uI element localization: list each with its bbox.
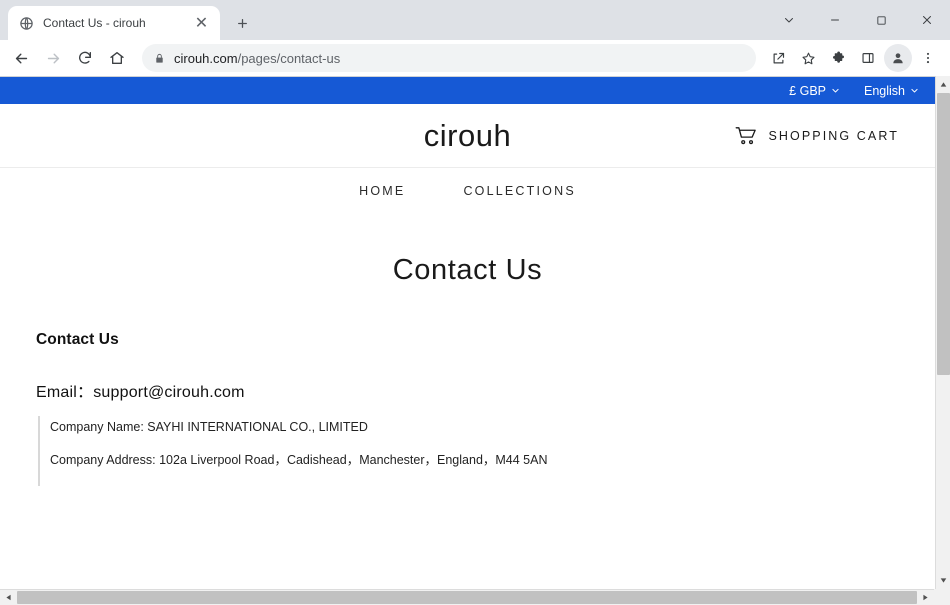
currency-label: £ GBP: [789, 83, 826, 98]
close-window-button[interactable]: [904, 0, 950, 40]
tab-strip: Contact Us - cirouh ✕: [0, 0, 950, 40]
scroll-right-icon[interactable]: [917, 590, 934, 605]
url-path: /pages/contact-us: [237, 50, 341, 66]
nav-item-home[interactable]: HOME: [359, 184, 405, 198]
scroll-up-icon[interactable]: [936, 76, 950, 93]
star-icon[interactable]: [794, 44, 822, 72]
currency-selector[interactable]: £ GBP: [789, 84, 840, 98]
tab-title: Contact Us - cirouh: [43, 16, 146, 30]
address-bar[interactable]: cirouh.com/pages/contact-us: [142, 44, 756, 72]
vertical-scrollbar[interactable]: [935, 76, 950, 605]
chevron-down-icon: [831, 84, 840, 98]
store-nav: HOME COLLECTIONS: [0, 168, 935, 214]
window-controls: [766, 0, 950, 40]
scroll-left-icon[interactable]: [0, 590, 17, 605]
browser-window: Contact Us - cirouh ✕ cirouh.com/pages/c…: [0, 0, 950, 605]
cart-label: SHOPPING CART: [768, 128, 899, 143]
company-details-blockquote: Company Name: SAYHI INTERNATIONAL CO., L…: [38, 416, 899, 487]
scroll-down-icon[interactable]: [936, 572, 950, 589]
scrollbar-corner: [934, 589, 950, 605]
reload-button[interactable]: [70, 43, 100, 73]
back-button[interactable]: [6, 43, 36, 73]
company-name-line: Company Name: SAYHI INTERNATIONAL CO., L…: [50, 420, 368, 434]
company-address-line: Company Address: 102a Liverpool Road，Cad…: [50, 452, 548, 467]
close-icon[interactable]: ✕: [193, 15, 210, 32]
side-panel-icon[interactable]: [854, 44, 882, 72]
browser-toolbar: cirouh.com/pages/contact-us: [0, 40, 950, 76]
minimize-button[interactable]: [812, 0, 858, 40]
horizontal-scrollbar[interactable]: [0, 589, 950, 605]
language-selector[interactable]: English: [864, 84, 919, 98]
shopping-cart-link[interactable]: SHOPPING CART: [735, 126, 899, 146]
maximize-button[interactable]: [858, 0, 904, 40]
page-viewport: £ GBP English cirouh SHOPPING CART HOME …: [0, 76, 950, 605]
share-icon[interactable]: [764, 44, 792, 72]
horizontal-scrollbar-thumb[interactable]: [17, 591, 917, 604]
store-header: cirouh SHOPPING CART: [0, 104, 935, 168]
lock-icon: [154, 53, 165, 64]
locale-bar: £ GBP English: [0, 77, 935, 104]
tab-search-button[interactable]: [766, 0, 812, 40]
home-button[interactable]: [102, 43, 132, 73]
language-label: English: [864, 83, 905, 98]
vertical-scrollbar-thumb[interactable]: [937, 93, 950, 375]
forward-button[interactable]: [38, 43, 68, 73]
globe-icon: [18, 15, 34, 31]
new-tab-button[interactable]: [228, 9, 256, 37]
browser-tab[interactable]: Contact Us - cirouh ✕: [8, 6, 220, 40]
web-page: £ GBP English cirouh SHOPPING CART HOME …: [0, 77, 935, 589]
nav-item-collections[interactable]: COLLECTIONS: [463, 184, 575, 198]
puzzle-icon[interactable]: [824, 44, 852, 72]
page-title: Contact Us: [392, 254, 543, 286]
avatar-icon[interactable]: [884, 44, 912, 72]
shopping-cart-icon: [735, 126, 758, 146]
browser-menu-icon[interactable]: [914, 44, 942, 72]
url-text: cirouh.com/pages/contact-us: [174, 51, 340, 66]
email-line: Email：support@cirouh.com: [36, 384, 245, 401]
chevron-down-icon: [910, 84, 919, 98]
page-content: Contact Us Email：support@cirouh.com Comp…: [0, 331, 935, 487]
section-title: Contact Us: [36, 331, 119, 348]
url-host: cirouh.com: [174, 50, 238, 66]
